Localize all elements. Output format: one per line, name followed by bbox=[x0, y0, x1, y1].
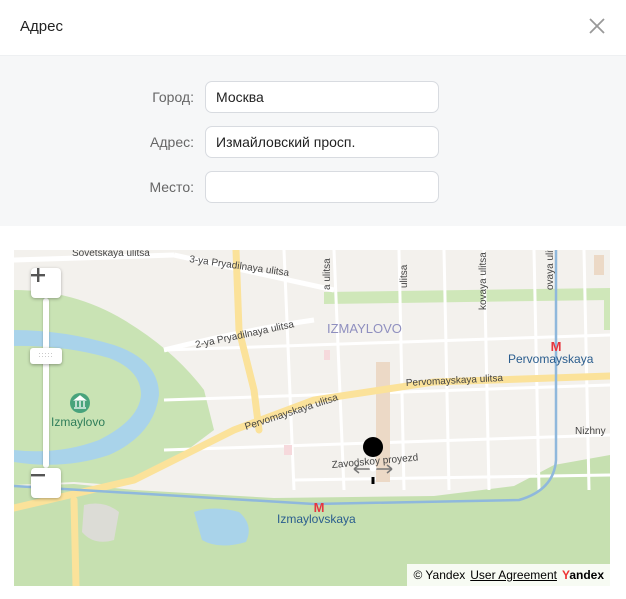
district-label: IZMAYLOVO bbox=[327, 321, 402, 336]
yandex-logo[interactable]: Yandex bbox=[562, 568, 604, 582]
city-input[interactable] bbox=[205, 81, 439, 113]
close-icon[interactable] bbox=[586, 15, 608, 37]
map-copyright: © Yandex User Agreement Yandex bbox=[407, 564, 610, 586]
zoom-slider-track[interactable] bbox=[43, 298, 49, 468]
dialog-title: Адрес bbox=[20, 18, 63, 35]
address-input[interactable] bbox=[205, 126, 439, 158]
building-block bbox=[324, 350, 330, 360]
building-block bbox=[82, 503, 119, 542]
building-block bbox=[284, 445, 292, 455]
map-canvas: M M Sovetskaya ulitsa 3-ya Pryadilnaya u… bbox=[14, 250, 610, 586]
zoom-slider-handle[interactable]: ::::: bbox=[30, 348, 62, 364]
metro-station-label: Pervomayskaya bbox=[508, 352, 594, 366]
copyright-text: © Yandex bbox=[413, 568, 466, 582]
street-label: kovaya ulitsa bbox=[478, 252, 489, 310]
dialog-header: Адрес bbox=[0, 0, 626, 56]
street-label: ulitsa bbox=[399, 264, 410, 288]
street-label: Nizhny bbox=[575, 426, 606, 437]
map-view[interactable]: M M Sovetskaya ulitsa 3-ya Pryadilnaya u… bbox=[14, 250, 610, 586]
address-form: Город: Адрес: Место: bbox=[0, 56, 626, 226]
plus-icon bbox=[31, 268, 45, 282]
building-block bbox=[594, 255, 604, 275]
place-label: Место: bbox=[149, 179, 194, 195]
zoom-in-button[interactable] bbox=[31, 268, 61, 298]
place-row: Место: bbox=[0, 171, 626, 205]
zoom-out-button[interactable] bbox=[31, 468, 61, 498]
address-row: Адрес: bbox=[0, 126, 626, 160]
metro-station-label: Izmaylovskaya bbox=[277, 512, 356, 526]
address-label: Адрес: bbox=[150, 134, 194, 150]
minus-icon bbox=[31, 474, 45, 477]
park-area bbox=[604, 300, 610, 330]
park-label: Izmaylovo bbox=[51, 415, 105, 429]
city-label: Город: bbox=[152, 89, 194, 105]
pond bbox=[194, 508, 249, 546]
place-input[interactable] bbox=[205, 171, 439, 203]
street-label: ovaya ulitsa bbox=[545, 250, 556, 290]
city-row: Город: bbox=[0, 81, 626, 115]
street-label: a ulitsa bbox=[322, 258, 333, 290]
user-agreement-link[interactable]: User Agreement bbox=[470, 568, 557, 582]
street-label: Sovetskaya ulitsa bbox=[72, 250, 150, 259]
